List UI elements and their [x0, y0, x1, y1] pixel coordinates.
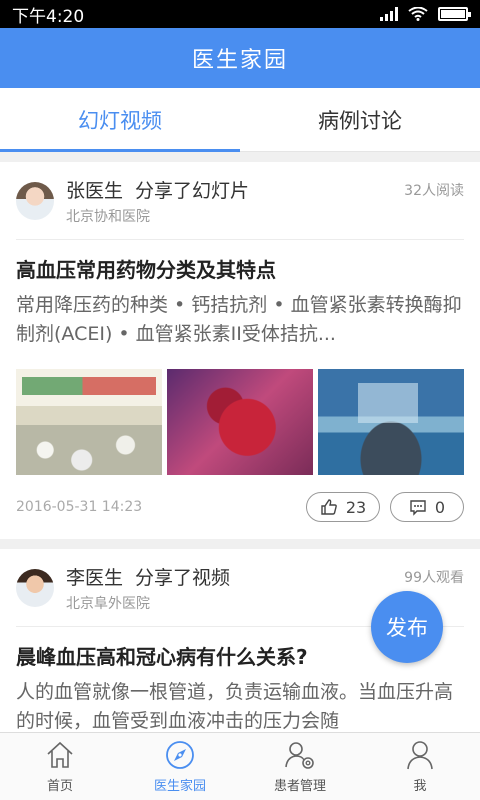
status-time: 下午4:20 [12, 6, 85, 27]
thumbnail-row [16, 369, 464, 475]
read-count: 32人阅读 [404, 183, 464, 199]
status-bar: 下午4:20 [0, 0, 480, 28]
nav-item-doctor-home[interactable]: 医生家园 [120, 733, 240, 800]
share-action: 分享了幻灯片 [135, 179, 250, 202]
publish-button[interactable]: 发布 [371, 591, 443, 663]
wifi-icon [408, 7, 428, 21]
tab-case-discussion[interactable]: 病例讨论 [240, 88, 480, 151]
comment-count: 0 [434, 497, 446, 517]
nav-item-patient-management[interactable]: 患者管理 [240, 733, 360, 800]
battery-icon [438, 7, 471, 21]
status-icons [380, 7, 471, 21]
avatar[interactable] [16, 568, 54, 607]
compass-icon [166, 741, 194, 769]
post-footer: 2016-05-31 14:23 23 0 [16, 475, 464, 539]
patient-management-icon [285, 742, 314, 769]
post-title[interactable]: 高血压常用药物分类及其特点 [16, 240, 464, 291]
post-summary[interactable]: 人的血管就像一根管道，负责运输血液。当血压升高的时候，血管受到血液冲击的压力会随 [16, 678, 464, 732]
slide-thumbnail-operating-room[interactable] [318, 369, 464, 475]
post-actions: 23 0 [306, 492, 464, 522]
post-date: 2016-05-31 14:23 [16, 499, 143, 515]
nav-label: 患者管理 [273, 779, 326, 794]
nav-label: 首页 [46, 779, 73, 794]
slide-thumbnail-heart[interactable] [167, 369, 313, 475]
bottom-nav: 首页 医生家园 患者管理 我 [0, 732, 480, 800]
post-summary[interactable]: 常用降压药的种类 • 钙拮抗剂 • 血管紧张素转换酶抑制剂(ACEI) • 血管… [16, 291, 464, 349]
nav-label: 我 [413, 779, 427, 794]
comment-icon [410, 500, 426, 516]
author-name[interactable]: 张医生 [66, 180, 123, 202]
post-card[interactable]: 张医生 分享了幻灯片 北京协和医院 32人阅读 高血压常用药物分类及其特点 常用降… [0, 162, 480, 539]
like-count: 23 [345, 497, 367, 517]
author-info: 李医生 分享了视频 北京阜外医院 [66, 563, 230, 613]
hospital-name: 北京阜外医院 [66, 595, 150, 612]
tab-bar: 幻灯视频 病例讨论 [0, 88, 480, 152]
post-header: 张医生 分享了幻灯片 北京协和医院 32人阅读 [16, 162, 464, 240]
person-icon [407, 741, 433, 770]
like-button[interactable]: 23 [306, 492, 380, 522]
home-icon [47, 741, 73, 768]
view-count: 99人观看 [404, 570, 464, 586]
app-header: 医生家园 [0, 28, 480, 88]
author-info: 张医生 分享了幻灯片 北京协和医院 [66, 176, 249, 226]
nav-label: 医生家园 [153, 779, 206, 794]
nav-item-home[interactable]: 首页 [0, 733, 120, 800]
avatar[interactable] [16, 181, 54, 220]
page-title: 医生家园 [191, 48, 288, 73]
tab-slides-videos[interactable]: 幻灯视频 [0, 88, 240, 152]
comment-button[interactable]: 0 [390, 492, 464, 522]
share-action: 分享了视频 [135, 566, 231, 589]
author-name[interactable]: 李医生 [66, 567, 123, 589]
slide-thumbnail-book[interactable] [16, 369, 162, 475]
hospital-name: 北京协和医院 [66, 208, 150, 225]
signal-icon [380, 7, 398, 21]
nav-item-me[interactable]: 我 [360, 733, 480, 800]
thumbs-up-icon [321, 499, 337, 515]
